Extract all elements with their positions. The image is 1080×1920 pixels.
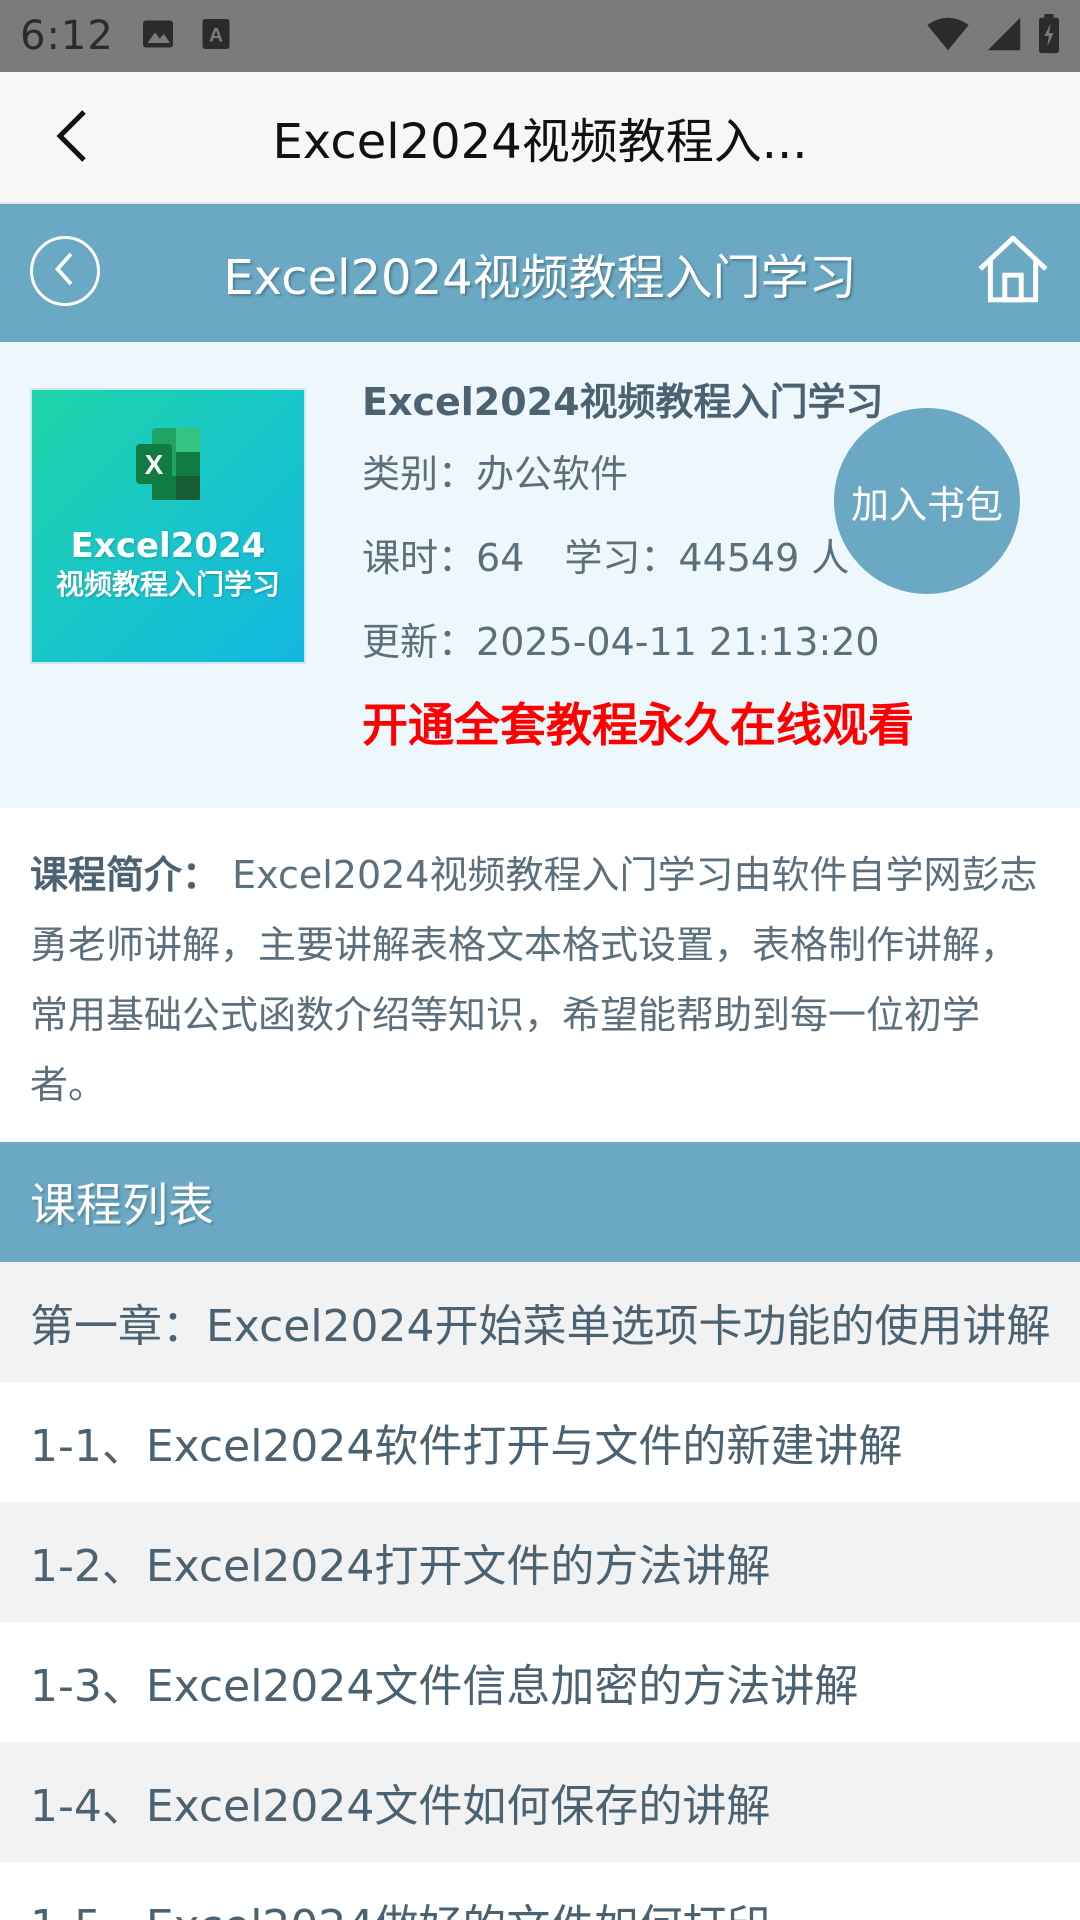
learners-value: 44549 人: [678, 536, 850, 580]
status-left-icons: A: [140, 16, 232, 56]
lessons-label: 课时：: [362, 536, 477, 580]
category-label: 类别：: [362, 452, 477, 496]
intro-label: 课程简介：: [30, 853, 221, 897]
course-list-header: 课程列表: [0, 1142, 1080, 1262]
update-label: 更新：: [362, 620, 477, 664]
status-right-icons: [926, 14, 1060, 58]
page-back-button[interactable]: [30, 236, 100, 306]
app-header: Excel2024视频教程入...: [0, 72, 1080, 204]
svg-text:A: A: [209, 25, 223, 47]
home-icon: [976, 234, 1050, 308]
lesson-item[interactable]: 1-2、Excel2024打开文件的方法讲解: [0, 1502, 1080, 1622]
chevron-left-icon: [52, 108, 92, 168]
page-title: Excel2024视频教程入门学习: [223, 250, 857, 306]
course-intro: 课程简介： Excel2024视频教程入门学习由软件自学网彭志勇老师讲解，主要讲…: [0, 808, 1080, 1142]
cover-title-line2: 视频教程入门学习: [55, 568, 280, 601]
lesson-item[interactable]: 1-3、Excel2024文件信息加密的方法讲解: [0, 1622, 1080, 1742]
page-header: Excel2024视频教程入门学习: [0, 204, 1080, 342]
course-cover[interactable]: X Excel2024 视频教程入门学习: [30, 388, 306, 664]
wifi-icon: [926, 16, 970, 56]
course-list[interactable]: 第一章：Excel2024开始菜单选项卡功能的使用讲解 1-1、Excel202…: [0, 1262, 1080, 1920]
learners-label: 学习：: [564, 536, 679, 580]
image-icon: [140, 16, 176, 56]
font-a-icon: A: [200, 16, 232, 56]
promo-link[interactable]: 开通全套教程永久在线观看: [362, 684, 1062, 766]
chapter-item[interactable]: 第一章：Excel2024开始菜单选项卡功能的使用讲解: [0, 1262, 1080, 1382]
status-time: 6:12: [20, 13, 114, 59]
app-title: Excel2024视频教程入...: [272, 114, 808, 170]
update-row: 更新：2025-04-11 21:13:20: [362, 600, 1062, 684]
battery-icon: [1038, 14, 1060, 58]
course-info-panel: X Excel2024 视频教程入门学习 Excel2024视频教程入门学习 类…: [0, 342, 1080, 808]
category-value: 办公软件: [476, 452, 629, 496]
lesson-item[interactable]: 1-1、Excel2024软件打开与文件的新建讲解: [0, 1382, 1080, 1502]
add-to-bag-button[interactable]: 加入书包: [834, 408, 1020, 594]
lessons-value: 64: [476, 536, 525, 580]
excel-logo-letter: X: [145, 449, 164, 480]
app-back-button[interactable]: [40, 106, 104, 170]
lesson-item[interactable]: 1-5、Excel2024做好的文件如何打印: [0, 1862, 1080, 1920]
update-value: 2025-04-11 21:13:20: [476, 620, 880, 664]
home-button[interactable]: [974, 232, 1052, 310]
circle-chevron-left-icon: [53, 251, 77, 291]
lesson-item[interactable]: 1-4、Excel2024文件如何保存的讲解: [0, 1742, 1080, 1862]
cover-title-line1: Excel2024: [70, 526, 266, 566]
excel-logo-icon: X: [132, 424, 204, 504]
signal-icon: [986, 16, 1022, 56]
status-bar: 6:12 A: [0, 0, 1080, 72]
